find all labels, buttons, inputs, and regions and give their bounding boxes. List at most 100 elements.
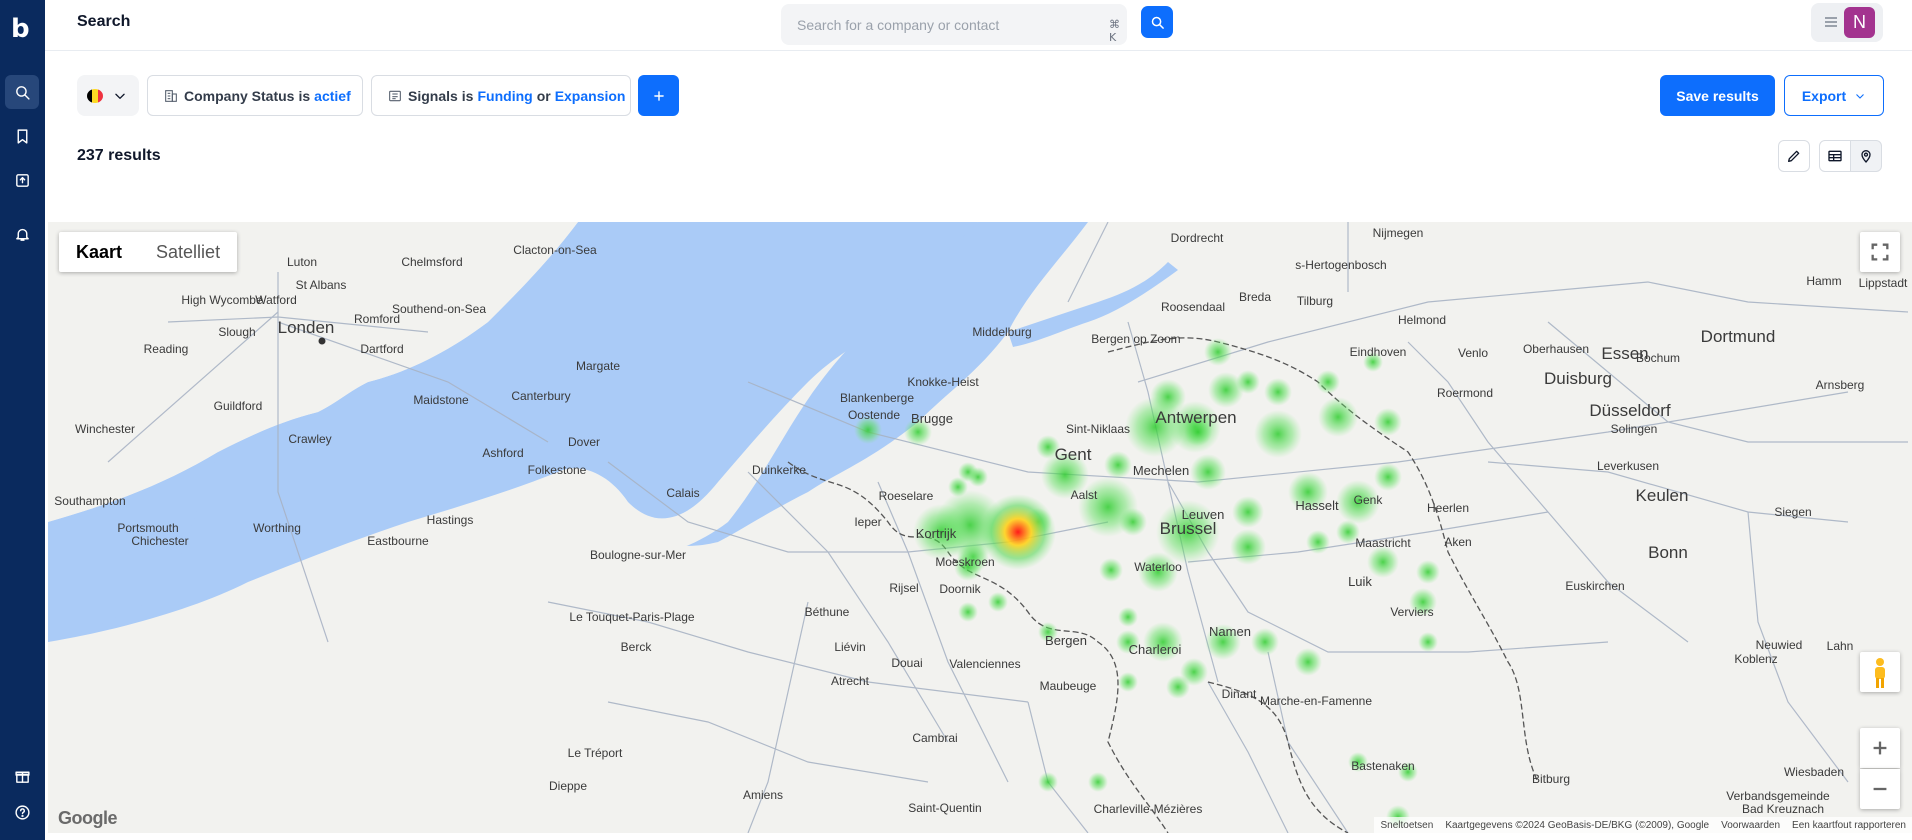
nav-whats-new[interactable]: [5, 759, 39, 793]
svg-text:Arnsberg: Arnsberg: [1816, 378, 1865, 392]
svg-text:Roosendaal: Roosendaal: [1161, 300, 1225, 314]
svg-text:Dinant: Dinant: [1222, 687, 1257, 701]
svg-text:s-Hertogenbosch: s-Hertogenbosch: [1295, 258, 1386, 272]
svg-text:Düsseldorf: Düsseldorf: [1589, 401, 1671, 420]
svg-text:Duinkerke: Duinkerke: [752, 463, 806, 477]
terms-link[interactable]: Voorwaarden: [1721, 820, 1780, 831]
svg-text:Breda: Breda: [1239, 290, 1271, 304]
svg-text:Gent: Gent: [1055, 445, 1092, 464]
map-data-credit: Kaartgegevens ©2024 GeoBasis-DE/BKG (©20…: [1445, 819, 1710, 831]
svg-text:Heerlen: Heerlen: [1427, 501, 1469, 515]
svg-text:Folkestone: Folkestone: [528, 463, 587, 477]
svg-text:Euskirchen: Euskirchen: [1565, 579, 1624, 593]
svg-text:Mechelen: Mechelen: [1133, 463, 1189, 478]
svg-text:Namen: Namen: [1209, 624, 1251, 639]
building-icon: [165, 89, 177, 102]
page-title: Search: [77, 13, 131, 30]
svg-text:Béthune: Béthune: [805, 605, 850, 619]
map-type-kaart[interactable]: Kaart: [59, 232, 139, 272]
gift-icon: [14, 771, 30, 783]
fullscreen-button[interactable]: [1860, 232, 1900, 272]
svg-text:Helmond: Helmond: [1398, 313, 1446, 327]
svg-text:Southampton: Southampton: [54, 494, 125, 508]
svg-text:Brugge: Brugge: [911, 411, 953, 426]
add-filter-button[interactable]: [638, 75, 679, 116]
svg-text:Londen: Londen: [278, 318, 335, 337]
report-error-link[interactable]: Een kaartfout rapporteren: [1792, 820, 1906, 831]
map-view[interactable]: Londen Gent Antwerpen Brussel Keulen Düs…: [48, 222, 1912, 833]
filter-field: Signals: [408, 87, 458, 104]
svg-text:Duisburg: Duisburg: [1544, 369, 1612, 388]
svg-text:Amiens: Amiens: [743, 788, 783, 802]
nav-saved[interactable]: [5, 119, 39, 153]
map-type-satelliet[interactable]: Satelliet: [139, 232, 237, 272]
export-button[interactable]: Export: [1784, 75, 1884, 116]
svg-text:Slough: Slough: [218, 325, 255, 339]
svg-text:Ashford: Ashford: [482, 446, 523, 460]
avatar: N: [1844, 7, 1875, 38]
svg-text:Maidstone: Maidstone: [413, 393, 469, 407]
search-input[interactable]: [781, 4, 1101, 45]
filter-chip-signals[interactable]: Signals is Funding or Expansion: [371, 75, 631, 116]
svg-text:Chichester: Chichester: [131, 534, 188, 548]
svg-text:Maastricht: Maastricht: [1355, 536, 1411, 550]
keyboard-shortcuts-link[interactable]: Sneltoetsen: [1380, 820, 1433, 831]
user-menu[interactable]: N: [1811, 3, 1883, 42]
svg-text:Moeskroen: Moeskroen: [935, 555, 994, 569]
edit-columns-button[interactable]: [1778, 140, 1810, 172]
svg-text:Clacton-on-Sea: Clacton-on-Sea: [513, 243, 597, 257]
svg-text:Valenciennes: Valenciennes: [949, 657, 1020, 671]
fullscreen-icon: [1871, 243, 1889, 261]
table-icon: [1828, 150, 1842, 162]
map-view-button[interactable]: [1850, 140, 1882, 172]
svg-text:Eindhoven: Eindhoven: [1350, 345, 1407, 359]
table-view-button[interactable]: [1819, 140, 1851, 172]
nav-notifications[interactable]: [5, 217, 39, 251]
svg-text:Boulogne-sur-Mer: Boulogne-sur-Mer: [590, 548, 686, 562]
country-selector[interactable]: [77, 75, 139, 116]
svg-text:Le Tréport: Le Tréport: [568, 746, 623, 760]
svg-text:Siegen: Siegen: [1774, 505, 1811, 519]
svg-text:St Albans: St Albans: [296, 278, 347, 292]
filter-chip-company-status[interactable]: Company Status is actief: [147, 75, 363, 116]
nav-help[interactable]: [5, 795, 39, 829]
svg-text:Oostende: Oostende: [848, 408, 900, 422]
nav-search[interactable]: [5, 75, 39, 109]
left-rail: b: [0, 0, 45, 840]
svg-text:Luik: Luik: [1348, 574, 1372, 589]
svg-text:Waterloo: Waterloo: [1134, 560, 1182, 574]
zoom-in-button[interactable]: [1860, 728, 1900, 768]
filter-operator: is: [461, 87, 474, 104]
svg-text:Dortmund: Dortmund: [1701, 327, 1776, 346]
belgium-flag-icon: [87, 89, 103, 103]
svg-text:Dordrecht: Dordrecht: [1171, 231, 1224, 245]
svg-text:Leverkusen: Leverkusen: [1597, 459, 1659, 473]
zoom-out-button[interactable]: [1860, 769, 1900, 809]
signals-icon: [389, 90, 401, 101]
minus-icon: [1873, 787, 1887, 791]
filter-operator: is: [298, 87, 311, 104]
svg-text:Genk: Genk: [1354, 493, 1384, 507]
search-icon: [1151, 16, 1164, 29]
svg-text:Le Touquet-Paris-Plage: Le Touquet-Paris-Plage: [569, 610, 695, 624]
save-results-button[interactable]: Save results: [1660, 75, 1775, 116]
svg-text:Charleville-Mézières: Charleville-Mézières: [1094, 802, 1203, 816]
svg-text:Atrecht: Atrecht: [831, 674, 870, 688]
svg-text:Liévin: Liévin: [834, 640, 865, 654]
nav-exports[interactable]: [5, 163, 39, 197]
svg-text:Saint-Quentin: Saint-Quentin: [908, 801, 981, 815]
svg-text:Hasselt: Hasselt: [1295, 498, 1339, 513]
svg-text:Aken: Aken: [1444, 535, 1471, 549]
search-submit-button[interactable]: [1141, 6, 1173, 38]
app-logo[interactable]: b: [11, 16, 35, 42]
menu-icon: [1825, 17, 1837, 27]
svg-text:Crawley: Crawley: [288, 432, 331, 446]
svg-text:Wiesbaden: Wiesbaden: [1784, 765, 1844, 779]
street-view-pegman[interactable]: [1860, 652, 1900, 692]
svg-text:Bad Kreuznach: Bad Kreuznach: [1742, 802, 1824, 816]
bell-icon: [15, 228, 29, 241]
map-canvas[interactable]: Londen Gent Antwerpen Brussel Keulen Düs…: [48, 222, 1912, 833]
svg-text:Venlo: Venlo: [1458, 346, 1488, 360]
svg-text:Aalst: Aalst: [1071, 488, 1098, 502]
svg-text:Rijsel: Rijsel: [889, 581, 918, 595]
